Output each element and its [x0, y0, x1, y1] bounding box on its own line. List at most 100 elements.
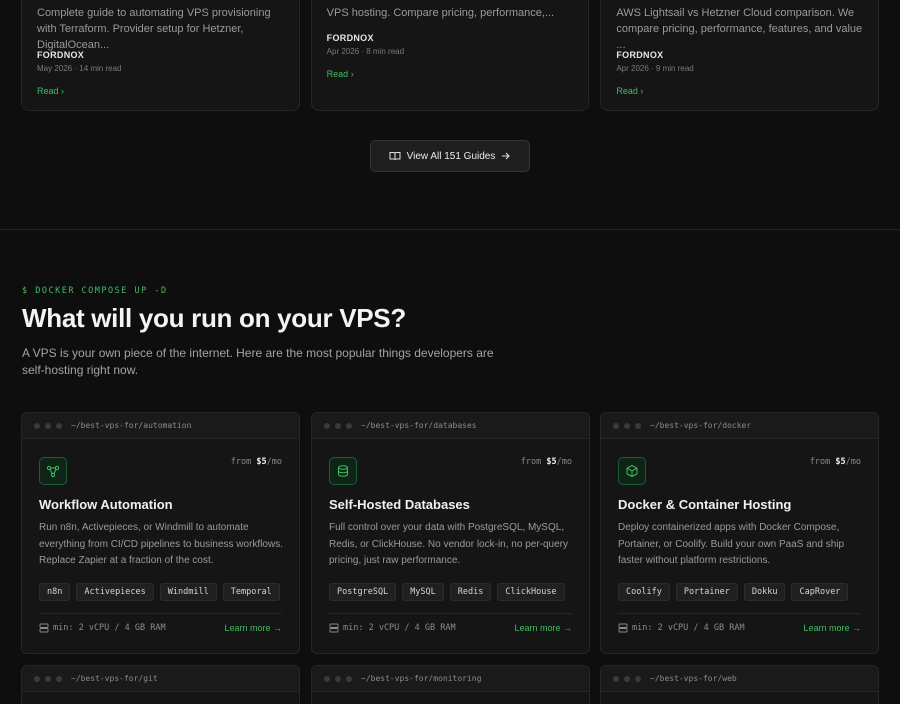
read-link-label: Read: [37, 86, 59, 96]
card-footer: min: 2 vCPU / 4 GB RAM Learn more →: [39, 623, 282, 633]
guide-card[interactable]: AWS Lightsail vs Hetzner Cloud compariso…: [600, 0, 880, 111]
min-spec: min: 2 vCPU / 4 GB RAM: [329, 623, 456, 633]
use-case-card-docker[interactable]: ~/best-vps-for/docker from $5/mo Docker …: [600, 412, 879, 654]
guide-meta: May 2026 · 14 min read: [37, 64, 122, 73]
section-eyebrow: $ DOCKER COMPOSE UP -D: [22, 286, 168, 296]
terminal-titlebar: ~/best-vps-for/docker: [601, 413, 878, 439]
window-dot: [635, 422, 641, 429]
tag-list: n8n Activepieces Windmill Temporal: [39, 583, 280, 601]
use-case-card-databases[interactable]: ~/best-vps-for/databases from $5/mo Self…: [311, 412, 590, 654]
window-dot: [335, 422, 341, 429]
window-dot: [624, 422, 630, 429]
window-dot: [56, 675, 62, 682]
window-dot: [335, 675, 341, 682]
card-divider: [329, 613, 572, 614]
server-icon: [329, 623, 339, 633]
tag: Portainer: [675, 583, 738, 601]
price-period: /mo: [266, 457, 282, 467]
learn-more-link[interactable]: Learn more →: [224, 623, 282, 633]
guide-author: FORDNOX: [616, 50, 664, 60]
database-icon: [329, 457, 357, 485]
tag: Windmill: [159, 583, 217, 601]
window-dot: [324, 422, 330, 429]
guide-card[interactable]: Complete guide to automating VPS provisi…: [21, 0, 300, 111]
book-icon: [389, 152, 401, 161]
read-link-label: Read: [326, 69, 349, 79]
min-spec: min: 2 vCPU / 4 GB RAM: [39, 623, 166, 633]
guide-meta: Apr 2026 · 8 min read: [326, 47, 405, 56]
section-description: A VPS is your own piece of the internet.…: [22, 346, 494, 377]
terminal-titlebar: ~/best-vps-for/git: [22, 666, 299, 692]
card-description: Deploy containerized apps with Docker Co…: [618, 522, 845, 566]
window-dot: [346, 675, 352, 682]
guide-excerpt: AWS Lightsail vs Hetzner Cloud compariso…: [616, 7, 863, 51]
read-link[interactable]: Read ›: [327, 69, 354, 79]
view-all-guides-button[interactable]: View All 151 Guides: [370, 140, 530, 172]
chevron-right-icon: ›: [61, 86, 65, 96]
window-dot: [346, 422, 352, 429]
guide-excerpt: Complete guide to automating VPS provisi…: [37, 7, 271, 51]
section-title: What will you run on your VPS?: [22, 303, 406, 333]
tag: Dokku: [743, 583, 786, 601]
window-dot: [34, 422, 40, 429]
terminal-titlebar: ~/best-vps-for/monitoring: [312, 666, 589, 692]
window-dot: [45, 675, 51, 682]
price-prefix: from: [809, 457, 831, 467]
tag: ClickHouse: [497, 583, 565, 601]
guide-author: FORDNOX: [37, 50, 85, 60]
container-icon: [618, 457, 646, 485]
card-title: Docker & Container Hosting: [618, 497, 792, 512]
min-spec-text: min: 2 vCPU / 4 GB RAM: [632, 623, 745, 633]
chevron-right-icon: ›: [640, 86, 644, 96]
card-footer: min: 2 vCPU / 4 GB RAM Learn more →: [618, 623, 861, 633]
window-dot: [56, 422, 62, 429]
learn-more-link[interactable]: Learn more →: [803, 623, 861, 633]
arrow-right-icon: [502, 152, 511, 160]
window-dot: [624, 675, 630, 682]
window-dot: [45, 422, 51, 429]
card-footer: min: 2 vCPU / 4 GB RAM Learn more →: [329, 623, 572, 633]
read-link-label: Read: [616, 86, 638, 96]
price-prefix: from: [520, 457, 542, 467]
window-dot: [34, 675, 40, 682]
price-prefix: from: [230, 457, 252, 467]
tag: n8n: [39, 583, 71, 601]
card-title: Self-Hosted Databases: [329, 497, 470, 512]
price-period: /mo: [845, 457, 861, 467]
card-divider: [618, 613, 861, 614]
min-spec: min: 2 vCPU / 4 GB RAM: [618, 623, 745, 633]
price-label: from $5/mo: [231, 457, 282, 467]
guide-card[interactable]: VPS hosting. Compare pricing, performanc…: [310, 0, 590, 111]
card-path: ~/best-vps-for/web: [650, 674, 737, 683]
price-label: from $5/mo: [810, 457, 861, 467]
tag: PostgreSQL: [329, 583, 397, 601]
use-case-card-git[interactable]: ~/best-vps-for/git: [21, 665, 300, 704]
card-description: Full control over your data with Postgre…: [329, 522, 568, 566]
server-icon: [39, 623, 49, 633]
chevron-right-icon: ›: [350, 69, 354, 79]
card-title: Workflow Automation: [39, 497, 173, 512]
window-dot: [635, 675, 641, 682]
server-icon: [618, 623, 628, 633]
window-dot: [613, 675, 619, 682]
use-case-card-monitoring[interactable]: ~/best-vps-for/monitoring: [311, 665, 590, 704]
tag: MySQL: [402, 583, 444, 601]
use-case-card-web[interactable]: ~/best-vps-for/web: [600, 665, 879, 704]
workflow-icon: [39, 457, 67, 485]
window-dot: [324, 675, 330, 682]
card-path: ~/best-vps-for/databases: [361, 421, 477, 430]
tag: CapRover: [791, 583, 849, 601]
section-divider: [0, 229, 900, 230]
read-link[interactable]: Read ›: [616, 86, 643, 96]
view-all-label: View All 151 Guides: [406, 150, 496, 162]
use-case-card-automation[interactable]: ~/best-vps-for/automation from $5/mo Wor…: [21, 412, 300, 654]
tag: Activepieces: [76, 583, 154, 601]
guide-author: FORDNOX: [326, 33, 374, 43]
card-divider: [39, 613, 282, 614]
read-link[interactable]: Read ›: [37, 86, 64, 96]
tag-list: Coolify Portainer Dokku CapRover: [618, 583, 849, 601]
learn-more-link[interactable]: Learn more →: [514, 623, 572, 633]
card-path: ~/best-vps-for/docker: [650, 421, 752, 430]
tag-list: PostgreSQL MySQL Redis ClickHouse: [329, 583, 565, 601]
price-label: from $5/mo: [521, 457, 572, 467]
